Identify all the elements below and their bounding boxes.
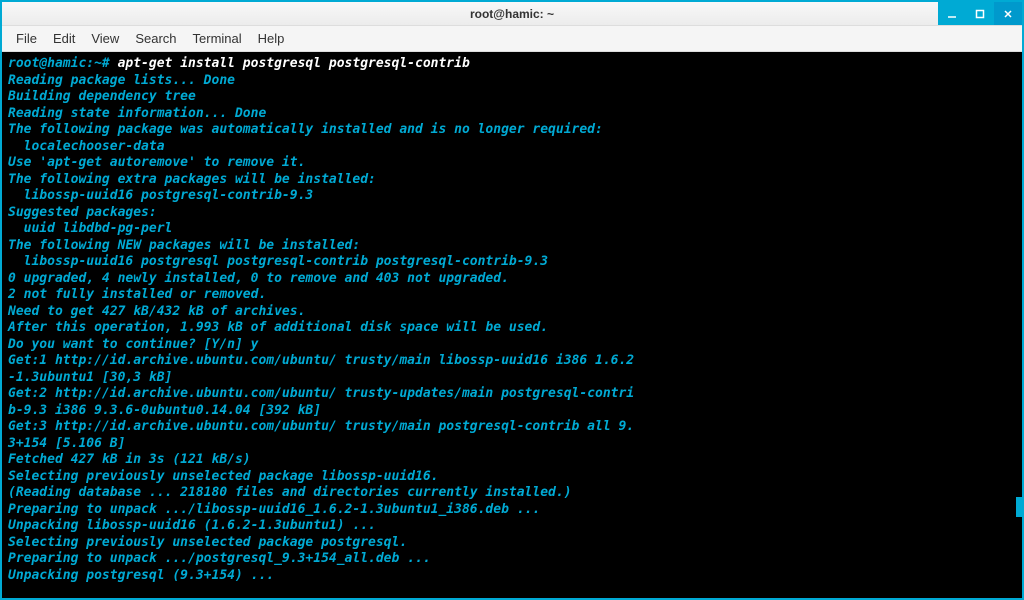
terminal-line: Reading package lists... Done: [8, 73, 235, 88]
terminal-line: -1.3ubuntu1 [30,3 kB]: [8, 370, 172, 385]
terminal-line: Get:2 http://id.archive.ubuntu.com/ubunt…: [8, 386, 634, 401]
terminal-area[interactable]: root@hamic:~# apt-get install postgresql…: [2, 52, 1022, 598]
terminal-line: Selecting previously unselected package …: [8, 535, 407, 550]
maximize-button[interactable]: [966, 2, 994, 25]
terminal-line: Unpacking libossp-uuid16 (1.6.2-1.3ubunt…: [8, 518, 376, 533]
minimize-button[interactable]: [938, 2, 966, 25]
terminal-line: After this operation, 1.993 kB of additi…: [8, 320, 548, 335]
terminal-line: The following extra packages will be ins…: [8, 172, 376, 187]
terminal-prompt: root@hamic:~#: [8, 56, 110, 71]
scrollbar-thumb[interactable]: [1016, 497, 1022, 517]
terminal-line: Use 'apt-get autoremove' to remove it.: [8, 155, 305, 170]
menu-edit[interactable]: Edit: [45, 31, 83, 46]
terminal-command: apt-get install postgresql postgresql-co…: [110, 56, 470, 71]
terminal-line: libossp-uuid16 postgresql postgresql-con…: [8, 254, 548, 269]
terminal-line: uuid libdbd-pg-perl: [8, 221, 172, 236]
terminal-line: Fetched 427 kB in 3s (121 kB/s): [8, 452, 251, 467]
terminal-line: localechooser-data: [8, 139, 165, 154]
menu-view[interactable]: View: [83, 31, 127, 46]
terminal-line: (Reading database ... 218180 files and d…: [8, 485, 572, 500]
minimize-icon: [947, 9, 957, 19]
terminal-line: Unpacking postgresql (9.3+154) ...: [8, 568, 274, 583]
terminal-line: Suggested packages:: [8, 205, 157, 220]
menu-help[interactable]: Help: [250, 31, 293, 46]
menu-file[interactable]: File: [8, 31, 45, 46]
terminal-line: The following package was automatically …: [8, 122, 603, 137]
terminal-line: Reading state information... Done: [8, 106, 266, 121]
terminal-line: Building dependency tree: [8, 89, 196, 104]
maximize-icon: [975, 9, 985, 19]
terminal-line: Selecting previously unselected package …: [8, 469, 438, 484]
close-button[interactable]: [994, 2, 1022, 25]
terminal-line: Need to get 427 kB/432 kB of archives.: [8, 304, 305, 319]
terminal-line: Get:3 http://id.archive.ubuntu.com/ubunt…: [8, 419, 634, 434]
terminal-line: The following NEW packages will be insta…: [8, 238, 360, 253]
terminal-line: Get:1 http://id.archive.ubuntu.com/ubunt…: [8, 353, 634, 368]
window-controls: [938, 2, 1022, 25]
menu-search[interactable]: Search: [127, 31, 184, 46]
window-title: root@hamic: ~: [470, 7, 554, 21]
terminal-line: libossp-uuid16 postgresql-contrib-9.3: [8, 188, 313, 203]
terminal-line: Preparing to unpack .../libossp-uuid16_1…: [8, 502, 540, 517]
menu-terminal[interactable]: Terminal: [185, 31, 250, 46]
terminal-line: 2 not fully installed or removed.: [8, 287, 266, 302]
menubar: File Edit View Search Terminal Help: [2, 26, 1022, 52]
terminal-line: 0 upgraded, 4 newly installed, 0 to remo…: [8, 271, 509, 286]
window-titlebar: root@hamic: ~: [2, 2, 1022, 26]
terminal-line: b-9.3 i386 9.3.6-0ubuntu0.14.04 [392 kB]: [8, 403, 321, 418]
terminal-line: Do you want to continue? [Y/n] y: [8, 337, 258, 352]
close-icon: [1003, 9, 1013, 19]
terminal-line: 3+154 [5.106 B]: [8, 436, 125, 451]
terminal-line: Preparing to unpack .../postgresql_9.3+1…: [8, 551, 431, 566]
